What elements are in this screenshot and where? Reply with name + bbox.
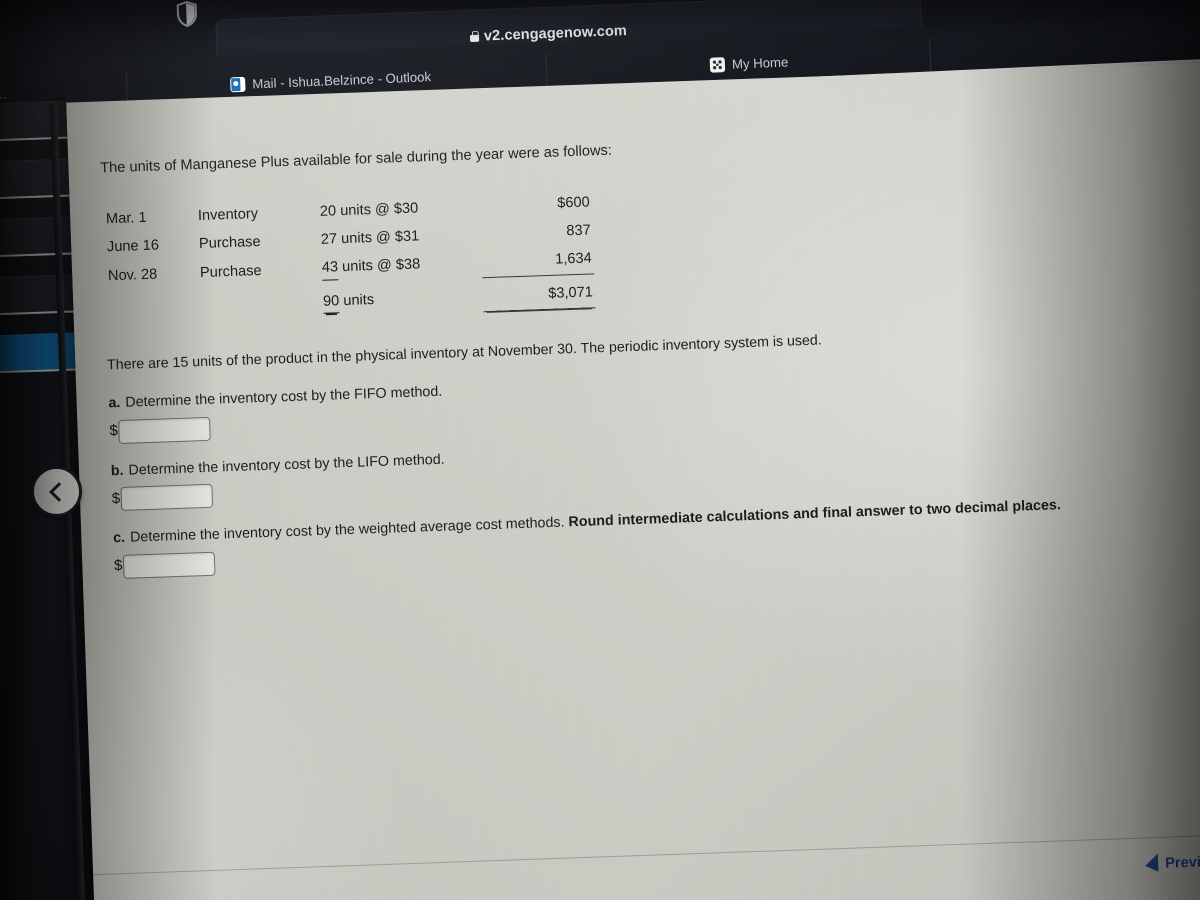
screen-photo: v2.cengagenow.com e Systems ... Mail - I… [0,0,1200,900]
inventory-table: Mar. 1 Inventory 20 units @ $30 $600 Jun… [106,189,596,325]
outlook-icon [230,76,246,92]
tab-divider [929,38,932,73]
part-text: Determine the inventory cost by the LIFO… [128,451,445,479]
row-kind: Inventory [197,205,259,224]
row-amount: $600 [557,194,591,212]
previous-button[interactable]: Previous [1144,853,1200,875]
fifo-answer-input[interactable] [118,416,212,444]
footer-divider [0,832,1200,879]
page-content: The units of Manganese Plus available fo… [0,60,1200,900]
total-amount: $3,071 [482,273,596,312]
previous-label: Previous [1164,853,1200,872]
arrow-left-icon [1144,853,1159,875]
row-kind: Purchase [199,262,262,281]
lifo-answer-input[interactable] [120,483,214,512]
row-amount: 837 [566,222,591,240]
row-date: Mar. 1 [105,209,147,228]
row-date: Nov. 28 [107,266,158,284]
tab-divider [545,54,548,89]
part-letter: c. [112,529,126,547]
chevron-left-icon [48,481,69,502]
question-body: The units of Manganese Plus available fo… [99,119,1200,579]
total-units: 90 units [322,278,483,317]
part-letter: a. [108,395,121,412]
total-units-suffix: units [338,291,375,309]
total-units-number: 90 [322,290,340,315]
tab-label: Mail - Ishua.Belzince - Outlook [251,68,432,91]
weighted-average-answer-input[interactable] [123,551,216,579]
row-kind: Purchase [198,233,261,252]
tab-label: My Home [731,53,789,72]
cengage-icon [709,56,726,73]
sidebar-collapse-button[interactable] [31,466,82,517]
currency-symbol: $ [111,489,121,508]
part-text: Determine the inventory cost by the FIFO… [125,383,443,412]
currency-symbol: $ [113,557,123,575]
currency-symbol: $ [109,422,119,440]
row-amount: 1,634 [554,250,592,268]
lock-icon [470,31,479,42]
row-date: June 16 [106,237,160,256]
shield-icon[interactable] [176,0,199,28]
part-letter: b. [110,462,124,479]
question-intro: The units of Manganese Plus available fo… [99,142,613,177]
